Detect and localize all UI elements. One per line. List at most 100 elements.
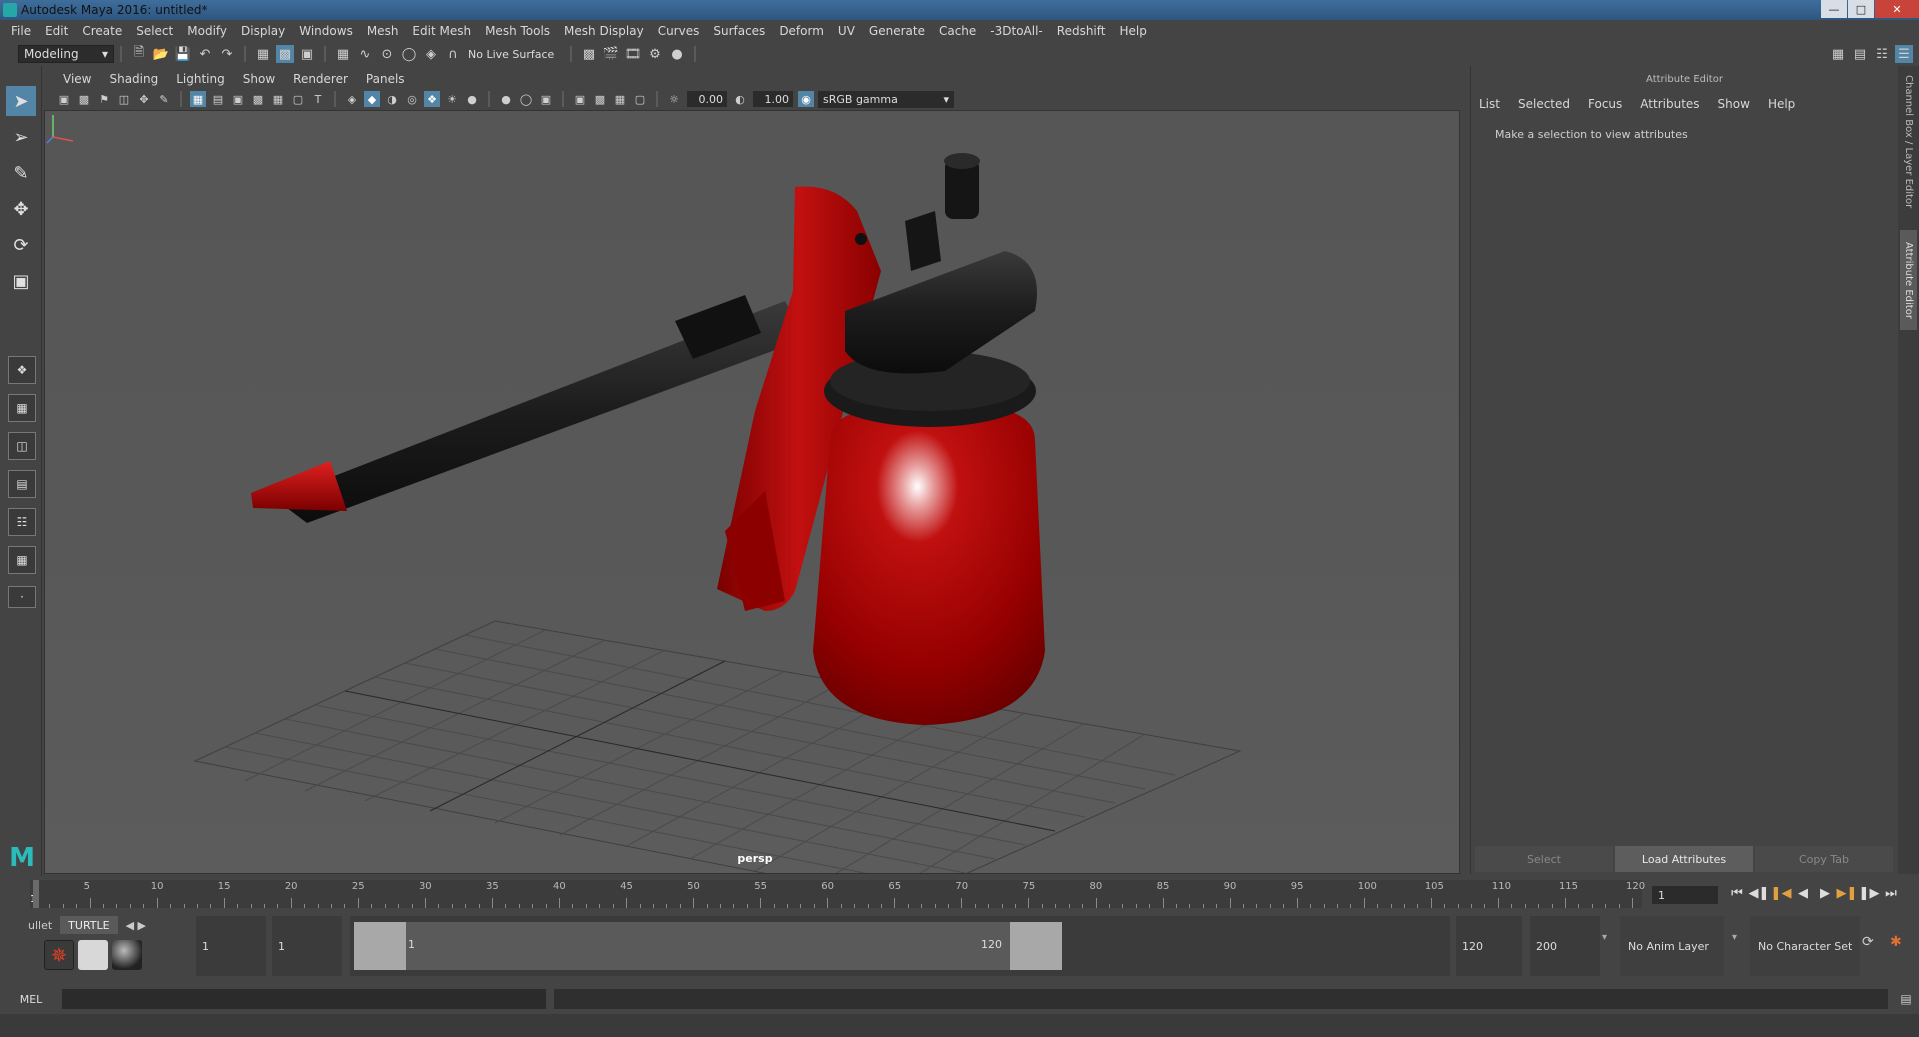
menu-uv[interactable]: UV xyxy=(831,24,862,38)
ae-menu-attributes[interactable]: Attributes xyxy=(1640,97,1699,111)
scale-tool-icon[interactable]: ▣ xyxy=(6,266,36,296)
resolution-gate-icon[interactable]: ▣ xyxy=(230,91,246,107)
wireframe-icon[interactable]: ◈ xyxy=(344,91,360,107)
ae-menu-help[interactable]: Help xyxy=(1768,97,1795,111)
anti-aliasing-icon[interactable]: ◯ xyxy=(518,91,534,107)
camera-icon[interactable]: ▣ xyxy=(56,91,72,107)
minimize-icon[interactable]: — xyxy=(1821,0,1847,18)
gate-mask-icon[interactable]: ▩ xyxy=(250,91,266,107)
auto-key-icon[interactable]: ⟳ xyxy=(1862,934,1874,950)
save-scene-icon[interactable]: 💾 xyxy=(174,45,192,63)
ae-menu-list[interactable]: List xyxy=(1479,97,1500,111)
exposure-icon[interactable]: ☼ xyxy=(666,91,682,107)
single-perspective-layout-icon[interactable]: ❖ xyxy=(8,356,36,384)
play-backwards-icon[interactable]: ◀ xyxy=(1792,886,1814,901)
magnet-icon[interactable]: ∩ xyxy=(444,45,462,63)
color-management-icon[interactable]: ◉ xyxy=(798,91,814,107)
isolate-select-icon[interactable]: ▣ xyxy=(572,91,588,107)
use-all-lights-icon[interactable]: ❖ xyxy=(424,91,440,107)
persp-graph-layout-icon[interactable]: ▤ xyxy=(8,470,36,498)
film-gate-icon[interactable]: ▤ xyxy=(210,91,226,107)
ae-menu-show[interactable]: Show xyxy=(1718,97,1750,111)
menu-windows[interactable]: Windows xyxy=(292,24,360,38)
camera-attributes-icon[interactable]: ▩ xyxy=(76,91,92,107)
shadows-icon[interactable]: ☀ xyxy=(444,91,460,107)
animation-start-field[interactable]: 1 xyxy=(196,916,266,976)
menu-3dtoall[interactable]: -3DtoAll- xyxy=(983,24,1049,38)
panel-menu-renderer[interactable]: Renderer xyxy=(284,72,357,86)
playback-start-field[interactable]: 1 xyxy=(272,916,342,976)
modeling-toolkit-icon[interactable]: ▦ xyxy=(1829,45,1847,63)
tool-settings-toggle-icon[interactable]: ☷ xyxy=(1873,45,1891,63)
select-component-icon[interactable]: ▣ xyxy=(298,45,316,63)
perspective-viewport[interactable]: persp xyxy=(44,110,1460,874)
select-hierarchy-icon[interactable]: ▦ xyxy=(254,45,272,63)
menu-file[interactable]: File xyxy=(4,24,38,38)
shelf-tab-arrows-icon[interactable]: ◀ ▶ xyxy=(118,916,154,934)
xray-icon[interactable]: ▩ xyxy=(592,91,608,107)
step-back-key-icon[interactable]: ❚◀ xyxy=(1770,886,1792,901)
step-back-frame-icon[interactable]: ◀❚ xyxy=(1748,886,1770,901)
maximize-icon[interactable]: □ xyxy=(1848,0,1874,18)
select-object-icon[interactable]: ▩ xyxy=(276,45,294,63)
menu-generate[interactable]: Generate xyxy=(862,24,932,38)
hypershade-layout-icon[interactable]: ☷ xyxy=(8,508,36,536)
channel-box-toggle-icon[interactable]: ☰ xyxy=(1895,45,1913,63)
exposure-field[interactable]: 0.00 xyxy=(687,91,727,107)
copy-tab-button[interactable]: Copy Tab xyxy=(1755,846,1893,872)
range-slider[interactable]: 1 120 xyxy=(350,916,1450,976)
menu-deform[interactable]: Deform xyxy=(772,24,831,38)
menu-edit[interactable]: Edit xyxy=(38,24,75,38)
panel-menu-panels[interactable]: Panels xyxy=(357,72,414,86)
attribute-editor-tab[interactable]: Attribute Editor xyxy=(1900,230,1917,330)
load-attributes-button[interactable]: Load Attributes xyxy=(1615,846,1753,872)
new-scene-icon[interactable]: 🗎 xyxy=(130,45,148,63)
step-forward-frame-icon[interactable]: ❚▶ xyxy=(1858,886,1880,901)
gamma-icon[interactable]: ◐ xyxy=(732,91,748,107)
range-slider-bar[interactable] xyxy=(406,922,1010,970)
render-settings-icon[interactable]: ⚙ xyxy=(646,45,664,63)
depth-of-field-icon[interactable]: ▣ xyxy=(538,91,554,107)
turtle-bake-icon[interactable] xyxy=(78,940,108,970)
panel-menu-show[interactable]: Show xyxy=(234,72,284,86)
safe-action-icon[interactable]: ▢ xyxy=(290,91,306,107)
shelf-tab-bullet[interactable]: ullet xyxy=(20,916,60,934)
panel-menu-view[interactable]: View xyxy=(54,72,100,86)
snap-grid-icon[interactable]: ▦ xyxy=(334,45,352,63)
ae-menu-focus[interactable]: Focus xyxy=(1588,97,1622,111)
move-tool-icon[interactable]: ✥ xyxy=(6,194,36,224)
channel-box-tab[interactable]: Channel Box / Layer Editor xyxy=(1900,72,1917,212)
script-editor-icon[interactable]: ▤ xyxy=(1896,989,1916,1009)
animation-preferences-icon[interactable]: ✱ xyxy=(1890,934,1902,950)
menu-select[interactable]: Select xyxy=(129,24,180,38)
field-chart-icon[interactable]: ▦ xyxy=(270,91,286,107)
close-icon[interactable]: ✕ xyxy=(1875,0,1919,18)
playback-end-field[interactable]: 120 xyxy=(1456,916,1522,976)
select-button[interactable]: Select xyxy=(1475,846,1613,872)
turtle-render-icon[interactable]: ✵ xyxy=(44,940,74,970)
menu-mesh-display[interactable]: Mesh Display xyxy=(557,24,651,38)
character-set-dropdown[interactable]: No Character Set xyxy=(1750,916,1860,976)
range-slider-start-handle[interactable] xyxy=(354,922,406,970)
snap-point-icon[interactable]: ⊙ xyxy=(378,45,396,63)
undo-icon[interactable]: ↶ xyxy=(196,45,214,63)
turtle-surface-icon[interactable] xyxy=(112,940,142,970)
current-frame-field[interactable]: 1 xyxy=(1652,886,1718,904)
hypershade-icon[interactable]: ● xyxy=(668,45,686,63)
menu-set-selector[interactable]: Modeling ▾ xyxy=(18,45,114,63)
persp-hypershade-layout-icon[interactable]: ▦ xyxy=(8,546,36,574)
step-forward-key-icon[interactable]: ▶❚ xyxy=(1836,886,1858,901)
panel-menu-lighting[interactable]: Lighting xyxy=(167,72,234,86)
wireframe-on-shaded-icon[interactable]: ◑ xyxy=(384,91,400,107)
open-scene-icon[interactable]: 📂 xyxy=(152,45,170,63)
snap-view-plane-icon[interactable]: ◯ xyxy=(400,45,418,63)
render-view-icon[interactable]: ▩ xyxy=(580,45,598,63)
persp-outliner-layout-icon[interactable]: ◫ xyxy=(8,432,36,460)
view-transform-dropdown[interactable]: sRGB gamma ▾ xyxy=(818,90,954,108)
paint-select-tool-icon[interactable]: ✎ xyxy=(6,158,36,188)
anim-layer-dropdown[interactable]: No Anim Layer xyxy=(1620,916,1724,976)
two-d-pan-icon[interactable]: ✥ xyxy=(136,91,152,107)
chevron-down-icon[interactable]: ▾ xyxy=(1602,932,1607,943)
animation-end-field[interactable]: 200 xyxy=(1530,916,1600,976)
menu-modify[interactable]: Modify xyxy=(180,24,234,38)
